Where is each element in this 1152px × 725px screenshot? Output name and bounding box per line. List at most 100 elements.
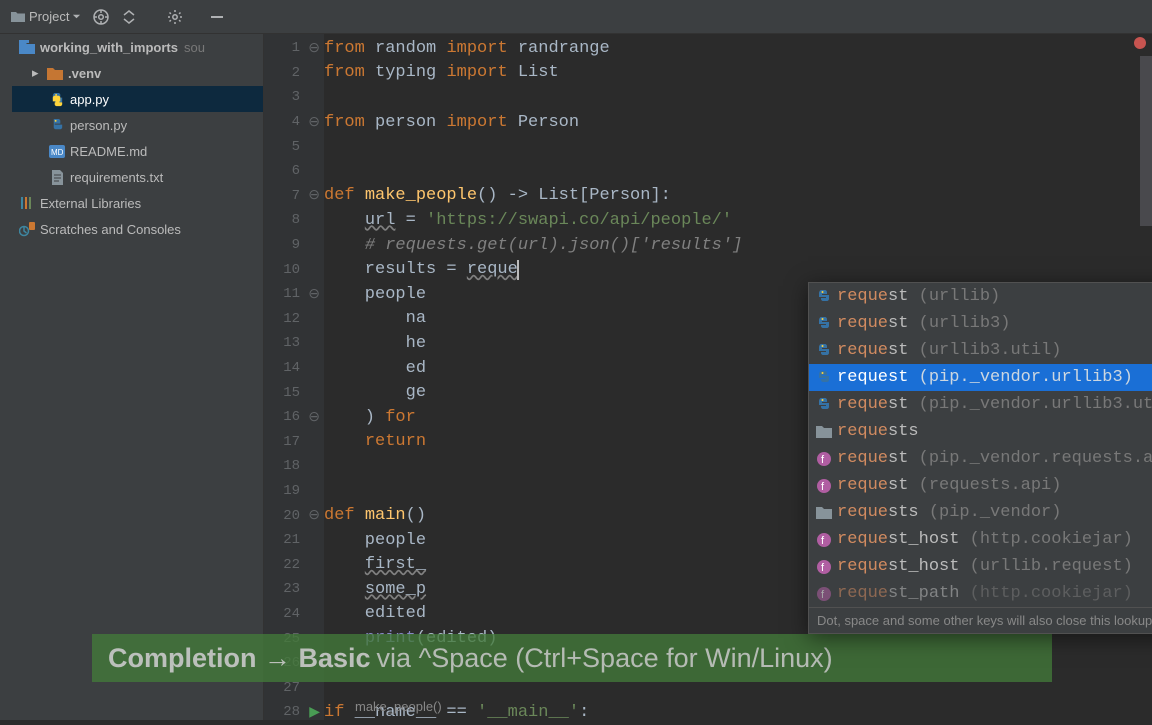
arrow-right-icon: ▸ <box>32 65 46 81</box>
completion-hint-text: Dot, space and some other keys will also… <box>817 613 1152 628</box>
line-number: 24 <box>264 602 324 627</box>
completion-popup-footer: Dot, space and some other keys will also… <box>809 607 1152 633</box>
line-number: 21 <box>264 528 324 553</box>
top-toolbar: Project <box>0 0 1152 34</box>
completion-item[interactable]: frequest (pip._vendor.requests.api) <box>809 445 1152 472</box>
python-file-icon <box>48 116 66 134</box>
req-label: requirements.txt <box>70 170 163 185</box>
f-icon: f <box>815 585 833 603</box>
line-number: 20⊖ <box>264 503 324 528</box>
line-number: 18 <box>264 454 324 479</box>
breadcrumb[interactable]: make_people() <box>355 699 442 714</box>
editor-scrollbar[interactable] <box>1140 56 1152 226</box>
code-line: from person import Person <box>324 110 1152 135</box>
line-number: 16⊖ <box>264 405 324 430</box>
settings-gear-icon[interactable] <box>161 3 189 31</box>
error-indicator-icon[interactable] <box>1134 37 1146 49</box>
tree-venv[interactable]: ▸ .venv <box>12 60 263 86</box>
chevron-down-icon <box>72 12 81 21</box>
line-number: 23 <box>264 577 324 602</box>
line-number: 28 ▶ <box>264 700 324 725</box>
completion-item[interactable]: frequest (requests.api) <box>809 472 1152 499</box>
completion-item[interactable]: requests (pip._vendor) <box>809 499 1152 526</box>
fold-icon[interactable]: ⊖ <box>308 114 320 131</box>
line-number: 6 <box>264 159 324 184</box>
code-line: results = reque <box>324 257 1152 282</box>
tree-root-label: working_with_imports <box>40 40 178 55</box>
completion-item[interactable]: frequest_host (http.cookiejar) <box>809 526 1152 553</box>
tree-file-person[interactable]: person.py <box>12 112 263 138</box>
editor-gutter: 1⊖ 2 3 4⊖ 5 6 7⊖ 8 9 10 11⊖ 12 13 14 15 … <box>264 34 324 720</box>
fold-icon[interactable]: ⊖ <box>308 409 320 426</box>
libraries-icon <box>18 194 36 212</box>
code-editor[interactable]: 1⊖ 2 3 4⊖ 5 6 7⊖ 8 9 10 11⊖ 12 13 14 15 … <box>264 34 1152 720</box>
code-line: from random import randrange <box>324 36 1152 61</box>
project-tool-window-button[interactable]: Project <box>4 7 87 27</box>
f-icon: f <box>815 450 833 468</box>
py-icon <box>815 288 833 306</box>
code-line <box>324 159 1152 184</box>
line-number: 22 <box>264 552 324 577</box>
tree-file-app[interactable]: app.py <box>12 86 263 112</box>
tree-root-hint: sou <box>184 40 205 55</box>
py-icon <box>815 369 833 387</box>
python-file-icon <box>48 90 66 108</box>
tree-scratches[interactable]: Scratches and Consoles <box>12 216 263 242</box>
completion-item[interactable]: requests <box>809 418 1152 445</box>
line-number: 12 <box>264 307 324 332</box>
scratches-icon <box>18 220 36 238</box>
completion-item[interactable]: frequest_host (urllib.request) <box>809 553 1152 580</box>
line-number: 8 <box>264 208 324 233</box>
code-line <box>324 85 1152 110</box>
line-number: 4⊖ <box>264 110 324 135</box>
folder-icon <box>815 423 833 441</box>
venv-label: .venv <box>68 66 101 81</box>
external-label: External Libraries <box>40 196 141 211</box>
markdown-file-icon: MD <box>48 142 66 160</box>
expand-all-icon[interactable] <box>115 3 143 31</box>
run-gutter-icon[interactable]: ▶ <box>309 704 320 721</box>
left-tool-stripe[interactable] <box>0 34 12 720</box>
py-icon <box>815 342 833 360</box>
banner-strong: Completion → Basic <box>108 643 371 674</box>
fold-icon[interactable]: ⊖ <box>308 286 320 303</box>
hide-minimize-icon[interactable] <box>203 3 231 31</box>
py-icon <box>815 396 833 414</box>
banner-rest: via ^Space (Ctrl+Space for Win/Linux) <box>377 643 833 674</box>
py-icon <box>815 315 833 333</box>
line-number: 15 <box>264 380 324 405</box>
code-line: def make_people() -> List[Person]: <box>324 184 1152 209</box>
line-number: 1⊖ <box>264 36 324 61</box>
tree-root[interactable]: working_with_imports sou <box>12 34 263 60</box>
completion-item[interactable]: request (urllib3) <box>809 310 1152 337</box>
completion-item[interactable]: request (pip._vendor.urllib3) <box>809 364 1152 391</box>
completion-item[interactable]: request (pip._vendor.urllib3.util) <box>809 391 1152 418</box>
scratches-label: Scratches and Consoles <box>40 222 181 237</box>
tree-file-requirements[interactable]: requirements.txt <box>12 164 263 190</box>
line-number: 2 <box>264 61 324 86</box>
completion-item[interactable]: request (urllib) <box>809 283 1152 310</box>
presentation-hint-banner: Completion → Basic via ^Space (Ctrl+Spac… <box>92 634 1052 682</box>
code-area[interactable]: from random import randrange from typing… <box>324 34 1152 720</box>
f-icon: f <box>815 558 833 576</box>
text-file-icon <box>48 168 66 186</box>
code-line <box>324 134 1152 159</box>
person-label: person.py <box>70 118 127 133</box>
line-number: 13 <box>264 331 324 356</box>
line-number: 10 <box>264 257 324 282</box>
line-number: 19 <box>264 479 324 504</box>
fold-icon[interactable]: ⊖ <box>308 40 320 57</box>
code-line: if __name__ == '__main__': <box>324 700 1152 725</box>
app-label: app.py <box>70 92 109 107</box>
select-opened-file-icon[interactable] <box>87 3 115 31</box>
line-number: 14 <box>264 356 324 381</box>
tree-file-readme[interactable]: MD README.md <box>12 138 263 164</box>
project-label: Project <box>29 9 69 24</box>
completion-item[interactable]: frequest_path (http.cookiejar) <box>809 580 1152 607</box>
fold-icon[interactable]: ⊖ <box>308 507 320 524</box>
tree-external-libraries[interactable]: External Libraries <box>12 190 263 216</box>
readme-label: README.md <box>70 144 147 159</box>
code-line: # requests.get(url).json()['results'] <box>324 233 1152 258</box>
completion-item[interactable]: request (urllib3.util) <box>809 337 1152 364</box>
fold-icon[interactable]: ⊖ <box>308 187 320 204</box>
